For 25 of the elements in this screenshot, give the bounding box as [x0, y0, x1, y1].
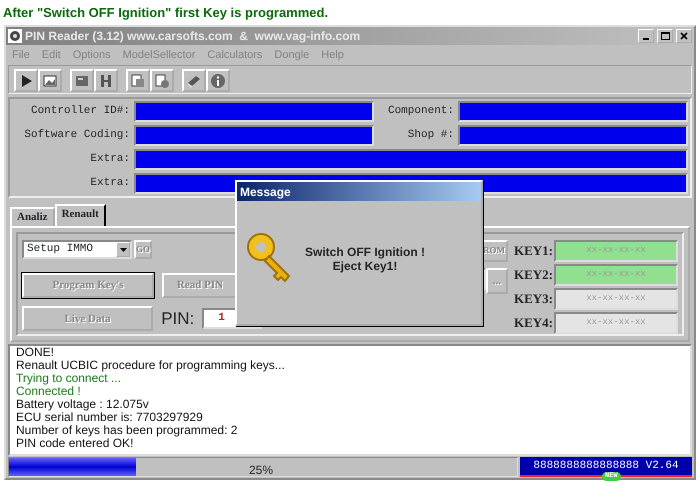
key-label: KEY1:: [514, 242, 554, 260]
window-title: PIN Reader (3.12) www.carsofts.com & www.vag-info.com: [25, 28, 362, 45]
caption-text: After "Switch OFF Ignition" first Key is programmed.: [2, 4, 330, 22]
key-label: KEY4:: [514, 314, 554, 332]
field-label: Software Coding:: [23, 128, 131, 144]
log-line: Trying to connect ...: [16, 372, 121, 385]
progress-percent: 25%: [249, 462, 274, 480]
dialog-message: Eject Key1!: [332, 259, 398, 273]
log-line: Number of keys has been programmed: 2: [16, 424, 238, 437]
field-label: Shop #:: [406, 128, 455, 144]
log-line: PIN code entered OK!: [16, 437, 134, 450]
dialog-title: Message: [237, 182, 481, 201]
field-label: Extra:: [89, 152, 131, 168]
log-line: DONE!: [16, 346, 56, 359]
key-label: KEY3:: [514, 290, 554, 308]
pin-label: PIN:: [161, 308, 194, 330]
field-label: Component:: [386, 104, 455, 120]
field-label: Controller ID#:: [30, 104, 131, 120]
log-line: ECU serial number is: 7703297929: [16, 411, 204, 424]
field-label: Extra:: [89, 176, 131, 192]
key-label: KEY2:: [514, 266, 554, 284]
log-line: Renault UCBIC procedure for programming keys...: [16, 359, 286, 372]
dialog-message: Switch OFF Ignition !: [305, 245, 425, 259]
log-line: Connected !: [16, 385, 82, 398]
log-line: Battery voltage : 12.075v: [16, 398, 150, 411]
